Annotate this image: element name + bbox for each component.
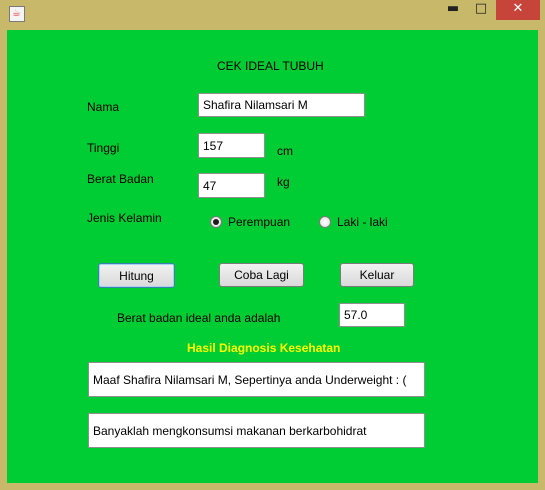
ideal-label: Berat badan ideal anda adalah	[117, 311, 281, 325]
close-button[interactable]: ✕	[496, 0, 540, 20]
radio-laki-laki-indicator[interactable]	[319, 216, 331, 228]
berat-unit: kg	[277, 175, 290, 189]
hitung-button[interactable]: Hitung	[98, 263, 175, 288]
jenis-kelamin-label: Jenis Kelamin	[87, 211, 162, 225]
nama-input[interactable]: Shafira Nilamsari M	[198, 93, 365, 117]
tinggi-unit: cm	[277, 144, 293, 158]
radio-perempuan-label: Perempuan	[228, 215, 291, 229]
radio-perempuan-indicator[interactable]	[210, 216, 222, 228]
radio-laki-laki-label: Laki - laki	[337, 215, 388, 229]
diagnosis-line2-field[interactable]: Banyaklah mengkonsumsi makanan berkarboh…	[88, 413, 425, 448]
ideal-value-field[interactable]: 57.0	[339, 303, 405, 327]
main-panel: CEK IDEAL TUBUH Nama Shafira Nilamsari M…	[7, 30, 538, 483]
nama-label: Nama	[87, 100, 120, 114]
keluar-button[interactable]: Keluar	[340, 263, 414, 287]
form-title: CEK IDEAL TUBUH	[217, 59, 324, 73]
diagnosis-title: Hasil Diagnosis Kesehatan	[187, 341, 341, 355]
diagnosis-line1-field[interactable]: Maaf Shafira Nilamsari M, Sepertinya and…	[88, 362, 425, 397]
minimize-button[interactable]: ▬	[440, 0, 466, 20]
tinggi-label: Tinggi	[87, 141, 120, 155]
radio-laki-laki[interactable]: Laki - laki	[319, 215, 388, 229]
title-bar: ☕ ▬ □ ✕	[0, 0, 545, 30]
maximize-button[interactable]: □	[468, 0, 494, 20]
berat-input[interactable]: 47	[198, 173, 265, 198]
tinggi-input[interactable]: 157	[198, 133, 265, 158]
berat-label: Berat Badan	[87, 172, 154, 186]
radio-perempuan[interactable]: Perempuan	[210, 215, 290, 229]
coba-lagi-button[interactable]: Coba Lagi	[219, 263, 304, 287]
java-app-icon: ☕	[9, 6, 25, 22]
